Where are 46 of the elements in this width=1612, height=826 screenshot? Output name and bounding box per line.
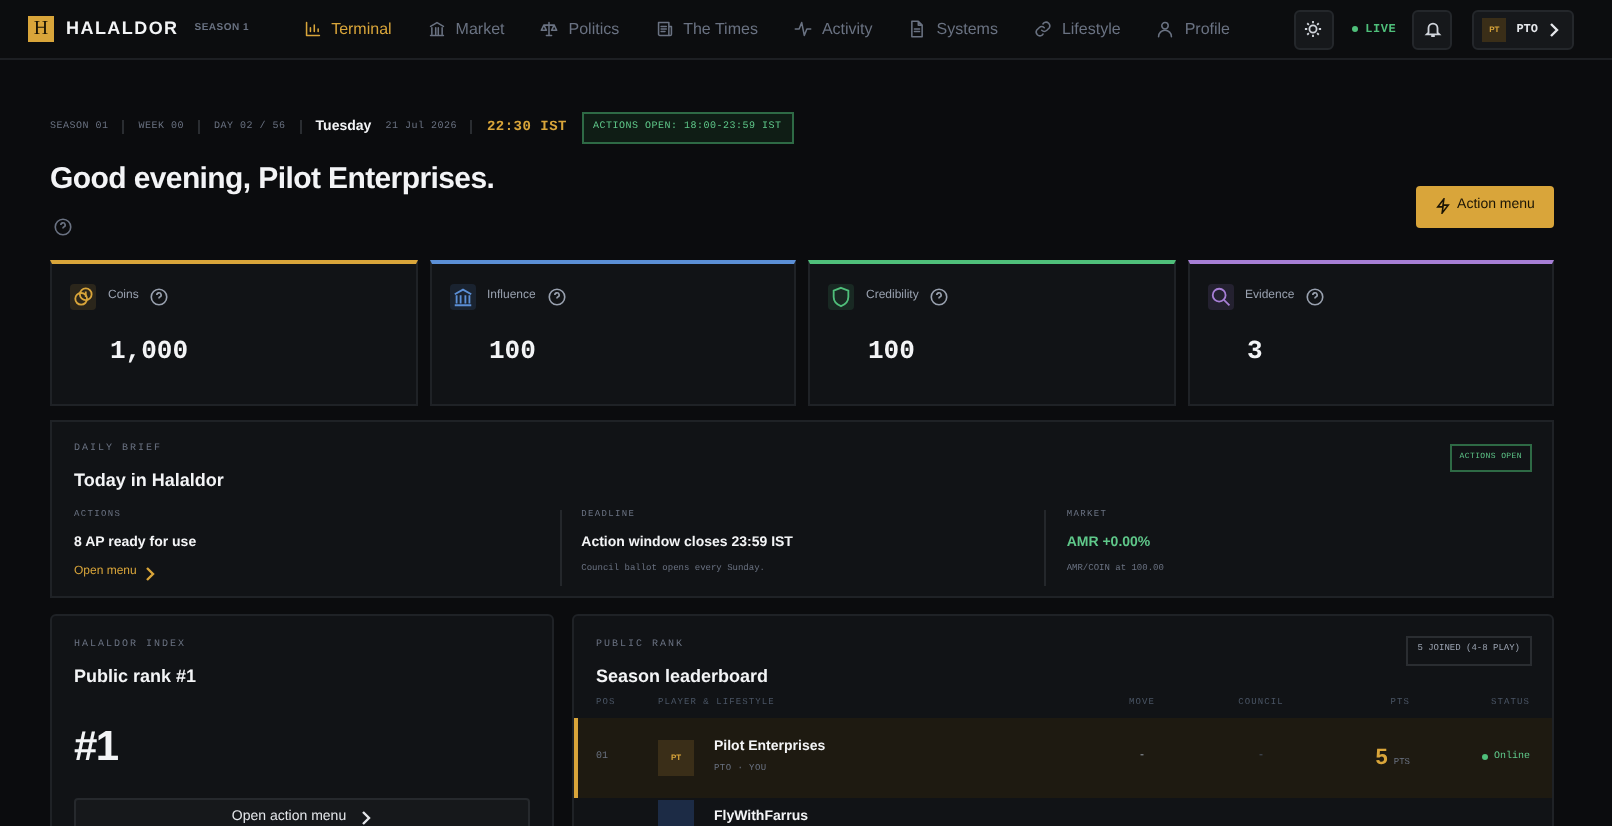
nav-tab[interactable]: Lifestyle [1033,17,1121,41]
notifications-button[interactable] [1412,9,1453,49]
player-avatar [658,799,694,826]
rank-value: #1 [74,722,120,774]
stat-value: 1,000 [110,334,191,370]
magnifier-icon [1207,284,1233,310]
link-icon [1033,20,1052,38]
document-icon [908,20,927,38]
help-icon[interactable] [54,218,72,236]
greeting-heading: Good evening, Pilot Enterprises. [50,159,495,199]
shield-icon [828,284,854,310]
chevron-right-icon [1548,21,1560,37]
bank-icon [449,284,475,310]
stat-value: 3 [1247,334,1265,370]
lightning-icon [1435,198,1450,214]
brand-logo[interactable]: H [28,16,54,42]
nav-tab[interactable]: Activity [793,17,873,41]
bell-icon [1423,20,1442,38]
section-title: Season leaderboard [596,663,771,689]
chevron-right-icon [360,810,373,826]
sun-icon [1304,20,1323,38]
pulse-icon [793,20,812,38]
help-icon[interactable] [547,288,566,306]
nav-tab[interactable]: Market [427,17,505,41]
section-title: Today in Halaldor [74,467,226,494]
points-value: 5 [1375,743,1388,773]
stat-value: 100 [868,334,917,370]
chevron-right-icon [144,565,157,582]
help-icon[interactable] [930,288,949,306]
help-icon[interactable] [150,288,169,306]
stat-value: 100 [489,334,538,370]
nav-tab[interactable]: Terminal [303,17,392,41]
coins-icon [70,284,96,310]
user-icon [1156,20,1175,38]
nav-tab[interactable]: The Times [655,17,758,41]
nav-tab[interactable]: Profile [1156,17,1230,41]
newspaper-icon [655,20,674,38]
section-title: Public rank #1 [74,663,199,689]
brand-name: HALALDOR [66,15,179,42]
bar-chart-icon [303,20,322,38]
nav-tab[interactable]: Politics [540,17,620,41]
theme-toggle-button[interactable] [1293,9,1334,49]
scales-icon [540,20,559,38]
help-icon[interactable] [1306,288,1325,306]
bank-icon [427,20,446,38]
nav-tab[interactable]: Systems [908,17,998,41]
